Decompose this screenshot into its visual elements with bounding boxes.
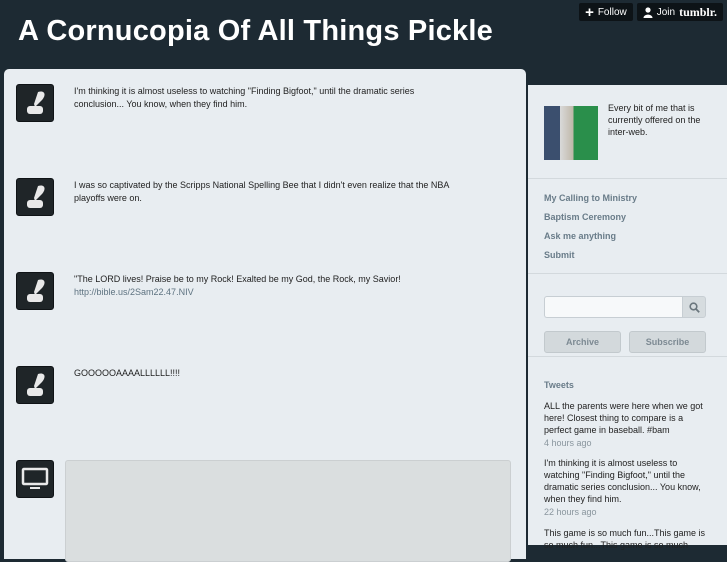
tumblr-controls: + Follow Join tumblr. <box>579 3 723 21</box>
search-button[interactable] <box>682 296 706 318</box>
tweet-text: ALL the parents were here when we got he… <box>544 401 703 435</box>
sidebar-link-baptism[interactable]: Baptism Ceremony <box>544 212 626 222</box>
video-placeholder[interactable] <box>65 460 511 562</box>
profile-section: Every bit of me that is currently offere… <box>528 85 727 179</box>
site-title[interactable]: A Cornucopia Of All Things Pickle <box>18 15 493 48</box>
blog-description: Every bit of me that is currently offere… <box>608 103 701 137</box>
post-text: GOOOOOAAAALLLLLL!!!! <box>74 368 181 378</box>
sidebar-link-ask[interactable]: Ask me anything <box>544 231 616 241</box>
search-input[interactable] <box>544 296 682 318</box>
quill-ink-icon[interactable] <box>16 272 54 310</box>
post-quote: "The LORD lives! Praise be to my Rock! E… <box>74 274 401 284</box>
subscribe-button[interactable]: Subscribe <box>629 331 706 353</box>
tweet-time[interactable]: 4 hours ago <box>544 438 709 448</box>
tweet-item: I'm thinking it is almost useless to wat… <box>544 457 709 517</box>
quill-ink-icon[interactable] <box>16 84 54 122</box>
sidebar: Every bit of me that is currently offere… <box>528 85 727 550</box>
tweet-item: ALL the parents were here when we got he… <box>544 400 709 448</box>
post-text: I'm thinking it is almost useless to wat… <box>74 86 415 109</box>
person-icon <box>643 6 653 18</box>
post-link[interactable]: http://bible.us/2Sam22.47.NIV <box>74 286 459 299</box>
posts-column: I'm thinking it is almost useless to wat… <box>4 69 526 562</box>
search-box <box>544 296 706 318</box>
post-text: "The LORD lives! Praise be to my Rock! E… <box>74 273 459 299</box>
join-tumblr-button[interactable]: Join tumblr. <box>636 3 723 21</box>
archive-button[interactable]: Archive <box>544 331 621 353</box>
join-label: Join <box>656 6 676 18</box>
sidebar-links: My Calling to Ministry Baptism Ceremony … <box>528 179 727 274</box>
search-section: Archive Subscribe <box>528 274 727 357</box>
tweet-text: I'm thinking it is almost useless to wat… <box>544 458 701 504</box>
tweet-text: This game is so much fun...This game is … <box>544 528 706 550</box>
sidebar-link-submit[interactable]: Submit <box>544 250 575 260</box>
quill-ink-icon[interactable] <box>16 366 54 404</box>
follow-label: Follow <box>597 6 627 18</box>
profile-photo[interactable] <box>544 106 598 160</box>
sidebar-link-calling[interactable]: My Calling to Ministry <box>544 193 637 203</box>
plus-icon: + <box>585 3 594 21</box>
follow-button[interactable]: + Follow <box>579 3 633 21</box>
tumblr-logo: tumblr. <box>679 4 717 19</box>
quill-ink-icon[interactable] <box>16 178 54 216</box>
post-text: I was so captivated by the Scripps Natio… <box>74 180 449 203</box>
tweet-item: This game is so much fun...This game is … <box>544 527 709 551</box>
tweets-title: Tweets <box>544 380 574 390</box>
tweet-time[interactable]: 22 hours ago <box>544 507 709 517</box>
monitor-icon[interactable] <box>16 460 54 498</box>
search-icon <box>688 301 700 313</box>
